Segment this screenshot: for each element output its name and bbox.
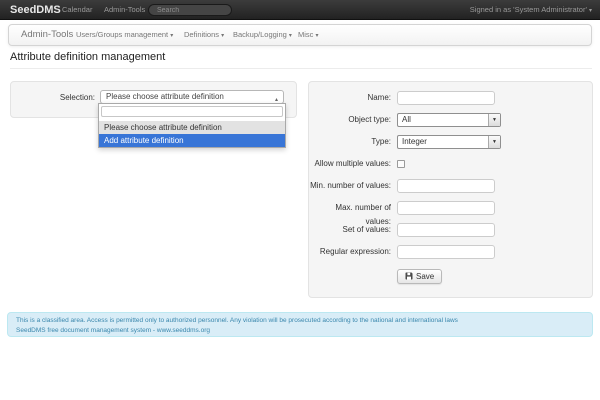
- min-values-label: Min. number of values:: [310, 181, 391, 190]
- object-type-select[interactable]: All ▼: [397, 113, 501, 127]
- attribute-definition-select[interactable]: Please choose attribute definition ▴: [100, 90, 284, 104]
- type-select-value: Integer: [402, 137, 427, 146]
- form-row-name: Name:: [309, 91, 592, 105]
- save-row: Save: [397, 267, 592, 285]
- object-type-label: Object type:: [348, 115, 391, 124]
- page-title: Attribute definition management: [10, 51, 166, 63]
- caret-down-icon: ▾: [221, 33, 225, 39]
- admin-navbar-brand[interactable]: Admin-Tools: [21, 25, 73, 45]
- selection-label: Selection:: [59, 93, 95, 102]
- object-type-select-value: All: [402, 115, 411, 124]
- max-values-field[interactable]: [397, 201, 495, 215]
- name-field[interactable]: [397, 91, 495, 105]
- attribute-form-panel: Name: Object type: All ▼ Type: Integer ▼…: [308, 81, 593, 298]
- attribute-definition-select-value: Please choose attribute definition: [106, 92, 224, 101]
- form-row-regex: Regular expression:: [309, 245, 592, 259]
- allow-multiple-label: Allow multiple values:: [314, 159, 391, 168]
- regex-label: Regular expression:: [319, 247, 391, 256]
- caret-down-icon: ▾: [288, 33, 292, 39]
- save-button-label: Save: [416, 271, 435, 281]
- set-values-field[interactable]: [397, 223, 495, 237]
- caret-down-icon: ▾: [315, 33, 319, 39]
- nav-users-groups[interactable]: Users/Groups management ▾: [76, 25, 173, 46]
- save-icon: [405, 272, 413, 280]
- option-add-attribute-definition[interactable]: Add attribute definition: [99, 134, 285, 147]
- top-navbar: SeedDMS Calendar Admin-Tools Signed in a…: [0, 0, 600, 20]
- nav-users-groups-label: Users/Groups management: [76, 30, 169, 39]
- select-arrow-icon: ▼: [488, 114, 500, 126]
- select-arrow-icon: ▼: [488, 136, 500, 148]
- nav-definitions[interactable]: Definitions ▾: [184, 25, 224, 46]
- form-row-max: Max. number of values:: [309, 201, 592, 226]
- form-row-set: Set of values:: [309, 223, 592, 237]
- name-label: Name:: [367, 93, 391, 102]
- form-row-type: Type: Integer ▼: [309, 135, 592, 149]
- user-menu-label: Signed in as 'System Administrator': [469, 5, 587, 14]
- form-row-min: Min. number of values:: [309, 179, 592, 193]
- save-button[interactable]: Save: [397, 268, 443, 284]
- allow-multiple-checkbox[interactable]: [397, 160, 405, 168]
- caret-down-icon: ▾: [588, 8, 592, 14]
- divider: [10, 68, 592, 69]
- user-menu[interactable]: Signed in as 'System Administrator' ▾: [470, 0, 592, 21]
- dropdown-search-input[interactable]: [101, 106, 283, 117]
- caret-down-icon: ▾: [170, 33, 174, 39]
- nav-admin-tools[interactable]: Admin-Tools: [104, 0, 145, 20]
- search-input[interactable]: [148, 4, 232, 16]
- form-row-object-type: Object type: All ▼: [309, 113, 592, 127]
- min-values-field[interactable]: [397, 179, 495, 193]
- nav-backup-logging-label: Backup/Logging: [233, 30, 287, 39]
- option-please-choose[interactable]: Please choose attribute definition: [99, 121, 285, 134]
- nav-calendar[interactable]: Calendar: [62, 0, 92, 20]
- nav-misc[interactable]: Misc ▾: [298, 25, 319, 46]
- form-row-multiple: Allow multiple values:: [309, 157, 592, 171]
- brand-seeddms[interactable]: SeedDMS: [10, 0, 61, 20]
- footer-line-1: This is a classified area. Access is per…: [16, 317, 458, 324]
- select-dropdown: Please choose attribute definition Add a…: [98, 103, 286, 148]
- nav-backup-logging[interactable]: Backup/Logging ▾: [233, 25, 292, 46]
- nav-definitions-label: Definitions: [184, 30, 220, 39]
- dropdown-options: Please choose attribute definition Add a…: [99, 121, 285, 147]
- page: SeedDMS Calendar Admin-Tools Signed in a…: [0, 0, 600, 400]
- type-label: Type:: [371, 137, 391, 146]
- set-values-label: Set of values:: [342, 225, 391, 234]
- footer-notice: This is a classified area. Access is per…: [7, 312, 593, 337]
- regex-field[interactable]: [397, 245, 495, 259]
- nav-misc-label: Misc: [298, 30, 314, 39]
- admin-navbar: Admin-Tools Users/Groups management ▾ De…: [8, 24, 592, 46]
- footer-line-2: SeedDMS free document management system …: [16, 326, 211, 334]
- type-select[interactable]: Integer ▼: [397, 135, 501, 149]
